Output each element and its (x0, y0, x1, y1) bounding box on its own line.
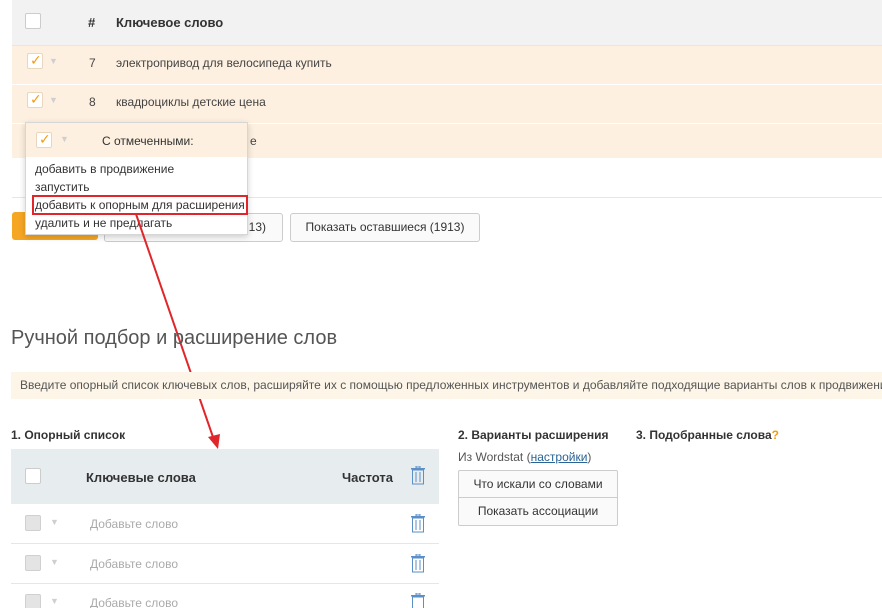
reference-list-title: 1. Опорный список (11, 428, 126, 442)
page-title: Ручной подбор и расширение слов (11, 327, 338, 349)
chevron-down-icon[interactable]: ▼ (50, 557, 59, 567)
chevron-down-icon[interactable]: ▼ (50, 596, 59, 606)
selected-words-title: 3. Подобранные слова? (636, 428, 779, 442)
menu-item-launch[interactable]: запустить (35, 180, 90, 194)
menu-item-delete[interactable]: удалить и не предлагать (35, 216, 172, 230)
add-word-input[interactable]: Добавьте слово (90, 557, 178, 571)
bulk-actions-header: ✓ ▼ С отмеченными: (26, 123, 247, 157)
row-checkbox[interactable] (25, 555, 41, 571)
reference-row[interactable]: ▼ Добавьте слово (11, 544, 439, 584)
reference-row[interactable]: ▼ Добавьте слово (11, 584, 439, 608)
info-bar: Введите опорный список ключевых слов, ра… (11, 372, 882, 399)
show-rest-button[interactable]: Показать оставшиеся (1913) (290, 213, 480, 242)
chevron-down-icon[interactable]: ▼ (50, 517, 59, 527)
keywords-table-header: # Ключевое слово (12, 0, 882, 46)
row-number: 7 (89, 56, 96, 70)
row-checkbox[interactable] (25, 515, 41, 531)
add-word-input[interactable]: Добавьте слово (90, 596, 178, 608)
row-keyword: электропривод для велосипеда купить (116, 56, 332, 70)
row-keyword: е (250, 134, 257, 148)
header-number: # (88, 15, 96, 30)
header-keyword: Ключевое слово (116, 15, 224, 30)
bulk-actions-menu: ✓ ▼ С отмеченными: добавить в продвижени… (25, 122, 248, 235)
chevron-down-icon[interactable]: ▼ (49, 56, 58, 66)
chevron-down-icon[interactable]: ▼ (49, 95, 58, 105)
reference-frequency-header: Частота (342, 470, 394, 485)
check-icon: ✓ (30, 52, 42, 68)
table-row[interactable]: ✓ ▼ 8 квадроциклы детские цена (12, 85, 882, 124)
expansion-title: 2. Варианты расширения (458, 428, 609, 442)
row-checkbox[interactable]: ✓ (27, 52, 43, 69)
bulk-checkbox[interactable]: ✓ (36, 131, 52, 148)
reference-row[interactable]: ▼ Добавьте слово (11, 504, 439, 544)
help-icon[interactable]: ? (772, 428, 779, 442)
trash-icon[interactable] (410, 514, 426, 533)
wordstat-source: Из Wordstat (настройки) (458, 450, 592, 464)
row-checkbox[interactable]: ✓ (27, 91, 43, 108)
row-number: 8 (89, 95, 96, 109)
row-keyword: квадроциклы детские цена (116, 95, 266, 109)
reference-table-header: Ключевые слова Частота (11, 449, 439, 504)
table-row[interactable]: ✓ ▼ 7 электропривод для велосипеда купит… (12, 46, 882, 85)
trash-icon[interactable] (410, 593, 426, 608)
bulk-actions-title: С отмеченными: (102, 134, 194, 148)
show-associations-button[interactable]: Показать ассоциации (458, 497, 618, 526)
trash-icon[interactable] (410, 554, 426, 573)
menu-item-add-to-reference[interactable]: добавить к опорным для расширения (32, 195, 248, 215)
add-word-input[interactable]: Добавьте слово (90, 517, 178, 531)
check-icon: ✓ (30, 91, 42, 107)
check-icon: ✓ (39, 131, 51, 147)
trash-icon[interactable] (410, 466, 426, 485)
reference-select-all-checkbox[interactable] (25, 468, 41, 484)
menu-item-add-to-promotion[interactable]: добавить в продвижение (35, 162, 174, 176)
row-checkbox[interactable] (25, 594, 41, 608)
chevron-down-icon[interactable]: ▼ (60, 134, 69, 144)
reference-keywords-header: Ключевые слова (86, 470, 196, 485)
settings-link[interactable]: настройки (531, 450, 588, 464)
select-all-checkbox[interactable] (25, 13, 41, 29)
searched-with-words-button[interactable]: Что искали со словами (458, 470, 618, 499)
